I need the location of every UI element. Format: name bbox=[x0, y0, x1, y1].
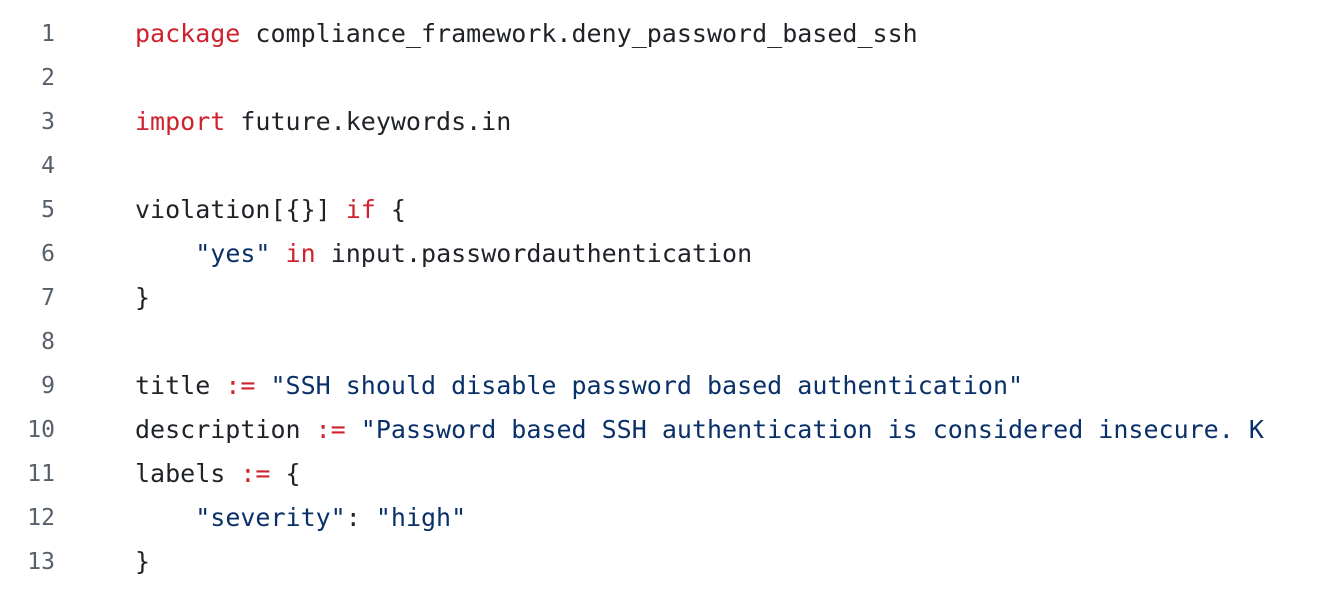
operator-token: := bbox=[225, 371, 256, 400]
line-content: } bbox=[135, 276, 1322, 320]
plain-token: title bbox=[135, 371, 226, 400]
code-line: 9 title := "SSH should disable password b… bbox=[0, 364, 1322, 408]
string-token: "SSH should disable password based authe… bbox=[270, 371, 1024, 400]
line-number[interactable]: 8 bbox=[0, 320, 55, 364]
keyword-token: package bbox=[135, 19, 241, 48]
keyword-token: import bbox=[135, 107, 226, 136]
string-token: "yes" bbox=[195, 239, 271, 268]
code-line: 11 labels := { bbox=[0, 452, 1322, 496]
line-content: package compliance_framework.deny_passwo… bbox=[135, 12, 1322, 56]
plain-token: { bbox=[375, 195, 406, 224]
line-number[interactable]: 1 bbox=[0, 12, 55, 56]
line-number[interactable]: 10 bbox=[0, 408, 55, 452]
code-line: 5 violation[{}] if { bbox=[0, 188, 1322, 232]
plain-token: labels bbox=[135, 459, 241, 488]
string-token: "Password based SSH authentication is co… bbox=[360, 415, 1264, 444]
line-number[interactable]: 5 bbox=[0, 188, 55, 232]
line-number[interactable]: 6 bbox=[0, 232, 55, 276]
line-content: title := "SSH should disable password ba… bbox=[135, 364, 1322, 408]
line-content: labels := { bbox=[135, 452, 1322, 496]
string-token: "high" bbox=[375, 503, 467, 532]
operator-token: := bbox=[240, 459, 271, 488]
plain-token: compliance_framework.deny_password_based… bbox=[240, 19, 918, 48]
code-line: 4 bbox=[0, 144, 1322, 188]
line-content: import future.keywords.in bbox=[135, 100, 1322, 144]
plain-token: description bbox=[135, 415, 316, 444]
line-number[interactable]: 12 bbox=[0, 496, 55, 540]
keyword-token: in bbox=[285, 239, 316, 268]
line-number[interactable]: 4 bbox=[0, 144, 55, 188]
line-content: } bbox=[135, 540, 1322, 584]
plain-token: } bbox=[135, 547, 151, 576]
line-number[interactable]: 9 bbox=[0, 364, 55, 408]
code-line: 8 bbox=[0, 320, 1322, 364]
code-line: 6 "yes" in input.passwordauthentication bbox=[0, 232, 1322, 276]
line-content: "yes" in input.passwordauthentication bbox=[135, 232, 1322, 276]
string-token: "severity" bbox=[195, 503, 346, 532]
code-line: 12 "severity": "high" bbox=[0, 496, 1322, 540]
code-line: 1 package compliance_framework.deny_passw… bbox=[0, 12, 1322, 56]
code-line: 2 bbox=[0, 56, 1322, 100]
line-number[interactable]: 3 bbox=[0, 100, 55, 144]
code-line: 7} bbox=[0, 276, 1322, 320]
plain-token: future.keywords.in bbox=[225, 107, 512, 136]
operator-token: := bbox=[315, 415, 346, 444]
line-content: violation[{}] if { bbox=[135, 188, 1322, 232]
line-content: "severity": "high" bbox=[135, 496, 1322, 540]
code-line: 10 description := "Password based SSH aut… bbox=[0, 408, 1322, 452]
plain-token: input.passwordauthentication bbox=[315, 239, 753, 268]
line-number[interactable]: 2 bbox=[0, 56, 55, 100]
code-line: 13} bbox=[0, 540, 1322, 584]
line-number[interactable]: 11 bbox=[0, 452, 55, 496]
plain-token: { bbox=[270, 459, 301, 488]
line-content: description := "Password based SSH authe… bbox=[135, 408, 1322, 452]
plain-token: : bbox=[345, 503, 376, 532]
plain-token: } bbox=[135, 283, 151, 312]
line-number[interactable]: 13 bbox=[0, 540, 55, 584]
plain-token: violation[{}] bbox=[135, 195, 346, 224]
code-line: 3 import future.keywords.in bbox=[0, 100, 1322, 144]
code-view: 1 package compliance_framework.deny_passw… bbox=[0, 12, 1322, 584]
keyword-token: if bbox=[345, 195, 376, 224]
line-number[interactable]: 7 bbox=[0, 276, 55, 320]
